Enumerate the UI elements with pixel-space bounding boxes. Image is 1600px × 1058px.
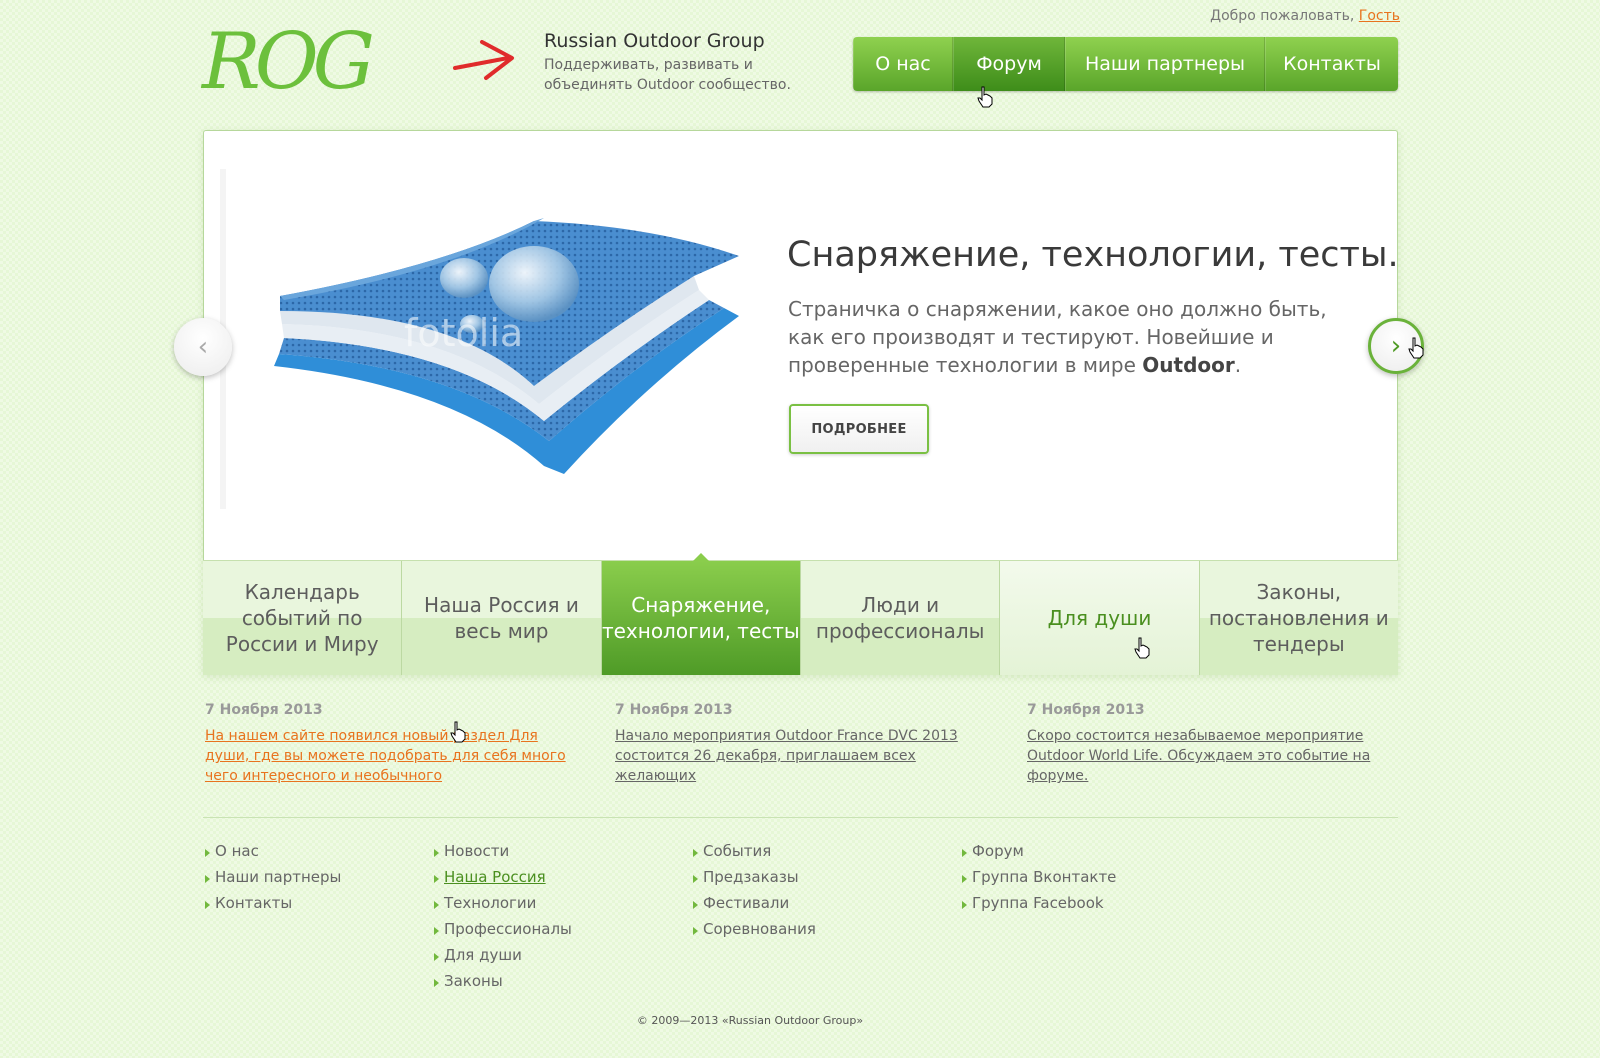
tab-people[interactable]: Люди и профессионалы <box>800 561 1001 675</box>
tab-for-soul[interactable]: Для души <box>1000 561 1200 675</box>
slide-description: Страничка о снаряжении, какое оно должно… <box>788 295 1348 379</box>
tab-laws[interactable]: Законы, постановления и тендеры <box>1199 561 1398 675</box>
category-tabs: Календарь событий по России и Миру Наша … <box>203 553 1398 675</box>
fabric-layers-image: fotolia <box>254 216 754 486</box>
footer-link-festivals[interactable]: Фестивали <box>693 894 816 920</box>
footer-link-events[interactable]: События <box>693 842 816 868</box>
news-item: 7 Ноября 2013 На нашем сайте появился но… <box>205 702 575 786</box>
welcome-text: Добро пожаловать, Гость <box>1190 8 1400 24</box>
logo-text: ROG <box>200 20 373 100</box>
footer-link-our-russia[interactable]: Наша Россия <box>434 868 572 894</box>
chevron-left-icon: ‹ <box>197 332 209 362</box>
nav-item-about[interactable]: О нас <box>853 37 953 91</box>
nav-item-contacts[interactable]: Контакты <box>1265 37 1398 91</box>
footer-link-technologies[interactable]: Технологии <box>434 894 572 920</box>
footer-column-2: Новости Наша Россия Технологии Профессио… <box>434 842 572 998</box>
footer-link-news[interactable]: Новости <box>434 842 572 868</box>
footer-link-professionals[interactable]: Профессионалы <box>434 920 572 946</box>
footer-divider <box>203 817 1398 818</box>
news-item: 7 Ноября 2013 Скоро состоится незабываем… <box>1027 702 1397 786</box>
news-date: 7 Ноября 2013 <box>1027 702 1145 718</box>
slider-prev-button[interactable]: ‹ <box>174 318 232 376</box>
nav-item-forum[interactable]: Форум <box>953 37 1065 91</box>
footer-link-vkontakte[interactable]: Группа Вконтакте <box>962 868 1116 894</box>
chevron-right-icon: › <box>1390 331 1402 361</box>
brand-tagline: Поддерживать, развивать и объединять Out… <box>544 57 791 93</box>
footer-column-4: Форум Группа Вконтакте Группа Facebook <box>962 842 1116 920</box>
footer-link-laws[interactable]: Законы <box>434 972 572 998</box>
footer-link-competitions[interactable]: Соревнования <box>693 920 816 946</box>
slider-next-button[interactable]: › <box>1368 318 1424 374</box>
news-date: 7 Ноября 2013 <box>205 702 323 718</box>
more-button[interactable]: ПОДРОБНЕЕ <box>789 404 929 454</box>
footer-link-about[interactable]: О нас <box>205 842 341 868</box>
logo[interactable]: ROG <box>200 17 520 107</box>
tab-calendar[interactable]: Календарь событий по России и Миру <box>203 561 403 675</box>
tab-equipment[interactable]: Снаряжение, технологии, тесты <box>601 553 801 675</box>
slide-text-main: Страничка о снаряжении, какое оно должно… <box>788 297 1327 377</box>
nav-item-partners[interactable]: Наши партнеры <box>1065 37 1265 91</box>
slide-title: Снаряжение, технологии, тесты. <box>787 235 1399 275</box>
welcome-label: Добро пожаловать, <box>1210 8 1355 24</box>
guest-link[interactable]: Гость <box>1359 8 1400 24</box>
footer-link-facebook[interactable]: Группа Facebook <box>962 894 1116 920</box>
news-link[interactable]: Начало мероприятия Outdoor France DVC 20… <box>615 726 985 786</box>
footer-link-forum[interactable]: Форум <box>962 842 1116 868</box>
news-date: 7 Ноября 2013 <box>615 702 733 718</box>
footer-link-for-soul[interactable]: Для души <box>434 946 572 972</box>
footer-link-partners[interactable]: Наши партнеры <box>205 868 341 894</box>
logo-image: ROG <box>200 17 514 107</box>
watermark-text: fotolia <box>404 311 523 355</box>
copyright: © 2009—2013 «Russian Outdoor Group» <box>636 1014 864 1027</box>
footer-column-1: О нас Наши партнеры Контакты <box>205 842 341 920</box>
slide-text-end: . <box>1234 353 1242 377</box>
brand-title: Russian Outdoor Group <box>544 30 765 52</box>
footer-column-3: События Предзаказы Фестивали Соревновани… <box>693 842 816 946</box>
news-link[interactable]: На нашем сайте появился новый раздел Для… <box>205 726 575 786</box>
top-navigation: О нас Форум Наши партнеры Контакты <box>853 37 1398 91</box>
tab-our-russia[interactable]: Наша Россия и весь мир <box>402 561 602 675</box>
news-item: 7 Ноября 2013 Начало мероприятия Outdoor… <box>615 702 985 786</box>
footer-link-preorders[interactable]: Предзаказы <box>693 868 816 894</box>
footer-link-contacts[interactable]: Контакты <box>205 894 341 920</box>
brand: Russian Outdoor Group Поддерживать, разв… <box>544 30 834 95</box>
news-link[interactable]: Скоро состоится незабываемое мероприятие… <box>1027 726 1397 786</box>
slide-text-bold: Outdoor <box>1142 353 1235 377</box>
